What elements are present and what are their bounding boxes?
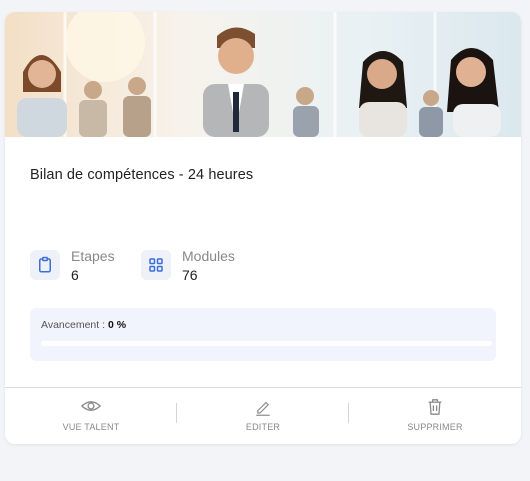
button-label: EDITER — [245, 422, 281, 432]
clipboard-icon — [30, 250, 60, 280]
progress-label: Avancement : — [41, 319, 106, 331]
eye-icon — [80, 398, 102, 419]
course-card: Bilan de compétences - 24 heures Etapes … — [5, 12, 521, 444]
progress-bar — [41, 341, 492, 346]
progress-panel: Avancement : 0 % — [30, 308, 496, 361]
delete-button[interactable]: SUPPRIMER — [349, 388, 521, 444]
button-label: VUE TALENT — [62, 422, 120, 432]
progress-value: 0 % — [107, 319, 127, 331]
stat-value: 76 — [182, 267, 198, 283]
pencil-icon — [254, 398, 272, 421]
stat-value: 6 — [71, 267, 79, 283]
view-talent-button[interactable]: VUE TALENT — [5, 388, 177, 444]
banner-image — [5, 12, 521, 137]
course-title: Bilan de compétences - 24 heures — [30, 167, 254, 183]
grid-icon — [141, 250, 171, 280]
stat-label: Modules — [182, 248, 235, 264]
card-actions: VUE TALENT EDITER SUPPRIMER — [5, 388, 521, 444]
trash-icon — [427, 398, 443, 421]
edit-button[interactable]: EDITER — [177, 388, 349, 444]
button-label: SUPPRIMER — [407, 422, 463, 432]
progress-text: Avancement : 0 % — [41, 319, 126, 331]
stat-label: Etapes — [71, 248, 115, 264]
